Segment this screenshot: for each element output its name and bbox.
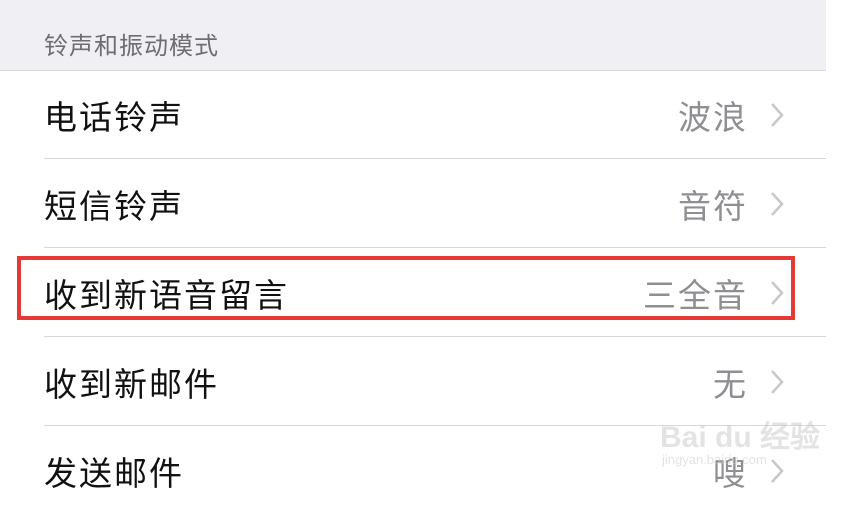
row-label: 电话铃声 [44, 98, 184, 137]
row-new-mail[interactable]: 收到新邮件 无 [0, 338, 826, 426]
row-new-voicemail[interactable]: 收到新语音留言 三全音 [0, 249, 826, 337]
row-value: 音符 [678, 187, 748, 226]
row-phone-ringtone[interactable]: 电话铃声 波浪 [0, 71, 826, 159]
row-label: 发送邮件 [44, 454, 184, 493]
row-divider [44, 158, 826, 159]
row-divider [44, 336, 826, 337]
row-divider [44, 247, 826, 248]
row-sms-ringtone[interactable]: 短信铃声 音符 [0, 160, 826, 248]
row-value: 无 [713, 365, 748, 404]
row-label: 收到新邮件 [44, 365, 219, 404]
row-value: 波浪 [678, 98, 748, 137]
chevron-right-icon [771, 370, 784, 394]
chevron-right-icon [771, 281, 784, 305]
row-label: 收到新语音留言 [44, 276, 289, 315]
chevron-right-icon [771, 459, 784, 483]
chevron-right-icon [771, 192, 784, 216]
section-header: 铃声和振动模式 [0, 0, 826, 71]
chevron-right-icon [771, 103, 784, 127]
row-divider [44, 425, 826, 426]
row-value: 三全音 [643, 276, 748, 315]
settings-screen: 铃声和振动模式 电话铃声 波浪 短信铃声 音符 收到新语音留言 三全音 收到新邮… [0, 0, 826, 515]
row-sent-mail[interactable]: 发送邮件 嗖 [0, 427, 826, 515]
row-label: 短信铃声 [44, 187, 184, 226]
section-title: 铃声和振动模式 [44, 32, 219, 60]
row-value: 嗖 [713, 454, 748, 493]
